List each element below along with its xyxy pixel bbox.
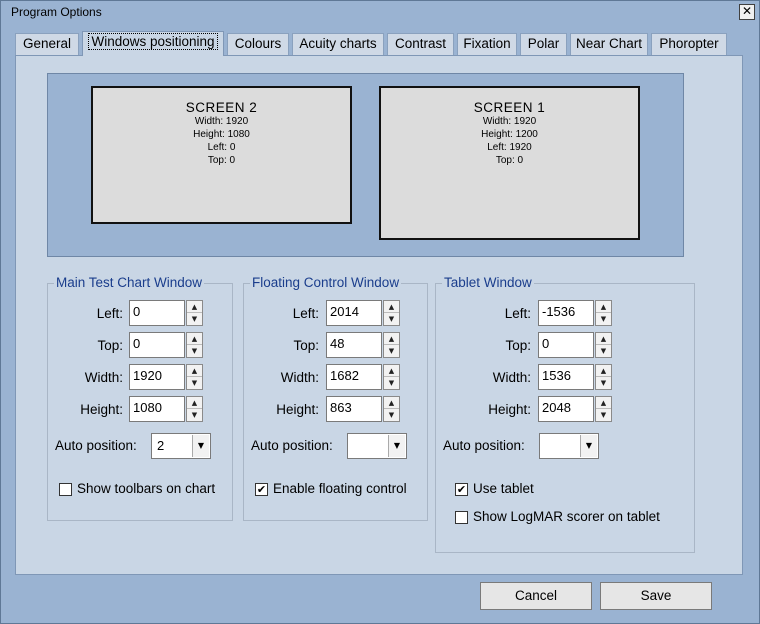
width-label: Width: <box>280 370 319 385</box>
spin-down-icon[interactable]: ▼ <box>384 377 399 389</box>
screen-width: Width: 1920 <box>194 116 249 127</box>
spin-up-icon[interactable]: ▲ <box>596 365 611 377</box>
tab-fixation[interactable]: Fixation <box>457 33 517 55</box>
tab-phoropter[interactable]: Phoropter <box>651 33 727 55</box>
dropdown-arrow-icon[interactable]: ▼ <box>580 435 597 457</box>
tab-colours[interactable]: Colours <box>227 33 289 55</box>
spin-down-icon[interactable]: ▼ <box>596 345 611 357</box>
tab-polar[interactable]: Polar <box>520 33 567 55</box>
left-label: Left: <box>292 306 319 321</box>
top-label: Top: <box>97 338 123 353</box>
group-title: Main Test Chart Window <box>54 275 205 290</box>
close-button[interactable]: ✕ <box>739 4 755 20</box>
screen-2-box[interactable]: SCREEN 2 Width: 1920 Height: 1080 Left: … <box>91 86 352 224</box>
tab-acuity-charts[interactable]: Acuity charts <box>292 33 384 55</box>
height-label: Height: <box>276 402 319 417</box>
group-title: Floating Control Window <box>250 275 402 290</box>
spin-up-icon[interactable]: ▲ <box>384 333 399 345</box>
main-top-input[interactable]: 0 <box>129 332 185 358</box>
check-icon[interactable]: ✔ <box>455 483 468 496</box>
spin-up-icon[interactable]: ▲ <box>384 397 399 409</box>
floating-height-input[interactable]: 863 <box>326 396 382 422</box>
spin-up-icon[interactable]: ▲ <box>596 333 611 345</box>
check-icon[interactable]: ✔ <box>255 483 268 496</box>
dropdown-arrow-icon[interactable]: ▼ <box>192 435 209 457</box>
checkbox-label: Use tablet <box>473 481 534 496</box>
spin-down-icon[interactable]: ▼ <box>187 377 202 389</box>
cancel-button[interactable]: Cancel <box>480 582 592 610</box>
spin-down-icon[interactable]: ▼ <box>384 409 399 421</box>
spin-up-icon[interactable]: ▲ <box>384 301 399 313</box>
spin-up-icon[interactable]: ▲ <box>187 301 202 313</box>
main-height-input[interactable]: 1080 <box>129 396 185 422</box>
tab-near-chart[interactable]: Near Chart <box>570 33 648 55</box>
checkbox-label: Show LogMAR scorer on tablet <box>473 509 660 524</box>
screen-width: Width: 1920 <box>482 116 537 127</box>
spin-down-icon[interactable]: ▼ <box>187 345 202 357</box>
screen-1-box[interactable]: SCREEN 1 Width: 1920 Height: 1200 Left: … <box>379 86 640 240</box>
tab-contrast[interactable]: Contrast <box>387 33 454 55</box>
close-icon: ✕ <box>741 4 753 18</box>
auto-position-value: 2 <box>157 438 165 453</box>
spin-up-icon[interactable]: ▲ <box>596 301 611 313</box>
save-button[interactable]: Save <box>600 582 712 610</box>
checkbox-label: Enable floating control <box>273 481 407 496</box>
tablet-auto-position-select[interactable]: ▼ <box>539 433 599 459</box>
spin-up-icon[interactable]: ▲ <box>384 365 399 377</box>
tab-general[interactable]: General <box>15 33 79 55</box>
spin-up-icon[interactable]: ▲ <box>596 397 611 409</box>
screens-preview: SCREEN 2 Width: 1920 Height: 1080 Left: … <box>47 73 684 257</box>
floating-top-input[interactable]: 48 <box>326 332 382 358</box>
tablet-width-input[interactable]: 1536 <box>538 364 594 390</box>
screen-top: Top: 0 <box>495 155 524 166</box>
screen-left: Left: 0 <box>207 142 236 153</box>
auto-position-label: Auto position: <box>55 438 137 453</box>
top-label: Top: <box>293 338 319 353</box>
floating-left-input[interactable]: 2014 <box>326 300 382 326</box>
title-bar: Program Options ✕ <box>1 1 759 23</box>
tab-windows-positioning[interactable]: Windows positioning <box>82 31 224 56</box>
group-title: Tablet Window <box>442 275 534 290</box>
checkbox-label: Show toolbars on chart <box>77 481 216 496</box>
height-label: Height: <box>488 402 531 417</box>
screen-height: Height: 1200 <box>481 129 538 140</box>
left-label: Left: <box>504 306 531 321</box>
spin-down-icon[interactable]: ▼ <box>596 409 611 421</box>
width-label: Width: <box>84 370 123 385</box>
auto-position-label: Auto position: <box>251 438 333 453</box>
auto-position-label: Auto position: <box>443 438 525 453</box>
screen-name: SCREEN 2 <box>185 100 258 115</box>
spin-down-icon[interactable]: ▼ <box>596 377 611 389</box>
spin-up-icon[interactable]: ▲ <box>187 365 202 377</box>
height-label: Height: <box>80 402 123 417</box>
spin-down-icon[interactable]: ▼ <box>384 313 399 325</box>
tablet-top-input[interactable]: 0 <box>538 332 594 358</box>
screen-name: SCREEN 1 <box>473 100 546 115</box>
width-label: Width: <box>492 370 531 385</box>
spin-down-icon[interactable]: ▼ <box>596 313 611 325</box>
floating-auto-position-select[interactable]: ▼ <box>347 433 407 459</box>
floating-width-input[interactable]: 1682 <box>326 364 382 390</box>
window-title: Program Options <box>11 5 102 19</box>
spin-down-icon[interactable]: ▼ <box>187 409 202 421</box>
tablet-height-input[interactable]: 2048 <box>538 396 594 422</box>
spin-up-icon[interactable]: ▲ <box>187 397 202 409</box>
main-auto-position-select[interactable]: 2 ▼ <box>151 433 211 459</box>
top-label: Top: <box>505 338 531 353</box>
spin-down-icon[interactable]: ▼ <box>384 345 399 357</box>
main-width-input[interactable]: 1920 <box>129 364 185 390</box>
main-left-input[interactable]: 0 <box>129 300 185 326</box>
spin-up-icon[interactable]: ▲ <box>187 333 202 345</box>
checkbox-box[interactable] <box>455 511 468 524</box>
screen-height: Height: 1080 <box>193 129 250 140</box>
program-options-window: Program Options ✕ General Windows positi… <box>0 0 760 624</box>
left-label: Left: <box>96 306 123 321</box>
spin-down-icon[interactable]: ▼ <box>187 313 202 325</box>
tablet-left-input[interactable]: -1536 <box>538 300 594 326</box>
checkbox-box[interactable] <box>59 483 72 496</box>
screen-top: Top: 0 <box>207 155 236 166</box>
dropdown-arrow-icon[interactable]: ▼ <box>388 435 405 457</box>
screen-left: Left: 1920 <box>487 142 532 153</box>
